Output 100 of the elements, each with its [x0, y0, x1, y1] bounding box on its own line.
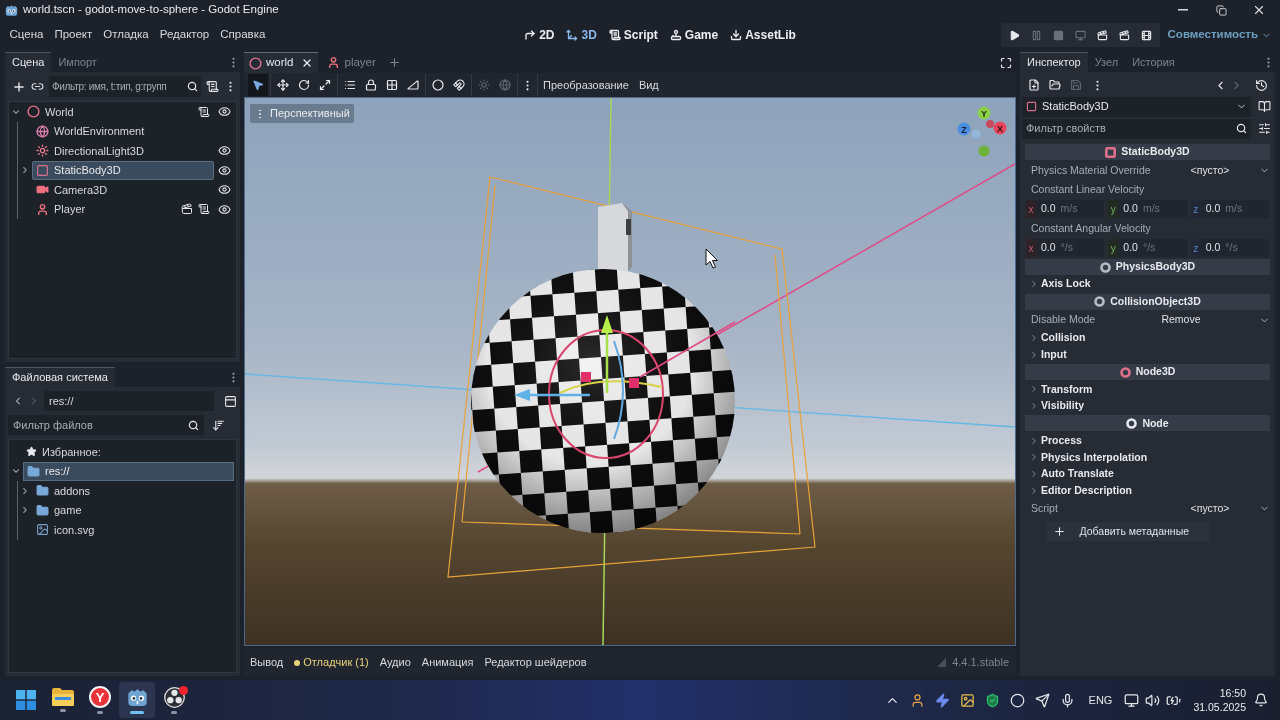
- menu-item[interactable]: Отладка: [97, 24, 155, 46]
- property-group[interactable]: Axis Lock: [1022, 276, 1273, 293]
- new-resource-button[interactable]: [1028, 79, 1040, 91]
- negative-axis-handle[interactable]: [978, 145, 990, 157]
- language-indicator[interactable]: ENG: [1080, 691, 1121, 709]
- property-dropdown[interactable]: Remove: [1103, 311, 1270, 330]
- property-group[interactable]: Visibility: [1022, 397, 1273, 415]
- monitor-icon[interactable]: [1124, 692, 1140, 708]
- dock-tab[interactable]: Импорт: [51, 52, 104, 72]
- workspace-tab[interactable]: 3D: [566, 24, 597, 46]
- number-field[interactable]: y 0.0 °/s: [1108, 239, 1187, 257]
- eye-icon[interactable]: [217, 202, 231, 216]
- script-icon[interactable]: [198, 203, 210, 216]
- workspace-tab[interactable]: Game: [669, 24, 719, 46]
- dock-tab[interactable]: Инспектор: [1020, 52, 1088, 72]
- menu-item[interactable]: Редактор: [154, 24, 215, 46]
- dock-tab[interactable]: История: [1125, 52, 1182, 72]
- scene-tab[interactable]: player: [322, 52, 381, 73]
- y-axis-handle[interactable]: Y: [977, 106, 991, 120]
- bottom-tab[interactable]: Отладчик (1): [291, 651, 372, 674]
- panel-icon[interactable]: [224, 394, 237, 408]
- object-dropdown[interactable]: StaticBody3D: [1022, 96, 1251, 117]
- bottom-tab[interactable]: Аудио: [376, 651, 414, 674]
- sort-icon[interactable]: [212, 418, 225, 432]
- filter-field[interactable]: Фильтр: имя, t:тип, g:групп: [49, 76, 201, 97]
- transform-gizmo[interactable]: [514, 315, 736, 459]
- selection-box-outline[interactable]: [447, 176, 816, 578]
- file-item[interactable]: res://: [23, 461, 234, 481]
- plus-icon[interactable]: [12, 79, 26, 94]
- person-icon[interactable]: [909, 692, 925, 708]
- tree-item[interactable]: World: [23, 102, 214, 122]
- link-icon[interactable]: [31, 80, 44, 93]
- paper-plane-icon[interactable]: [1034, 692, 1050, 708]
- workspace-tab[interactable]: AssetLib: [730, 24, 796, 46]
- tree-item[interactable]: Player: [32, 199, 214, 219]
- menu-button[interactable]: Вид: [633, 74, 664, 96]
- view-menu-button[interactable]: Перспективный: [250, 104, 354, 123]
- number-field[interactable]: x 0.0 °/s: [1026, 239, 1105, 257]
- history-icon[interactable]: [1255, 78, 1268, 92]
- checkered-sphere[interactable]: [471, 269, 735, 533]
- property-group[interactable]: Input: [1022, 346, 1273, 364]
- z-axis-handle[interactable]: Z: [957, 122, 971, 136]
- number-field[interactable]: x 0.0 m/s: [1026, 200, 1105, 218]
- menu-button[interactable]: Преобразование: [538, 74, 634, 96]
- tree-item[interactable]: DirectionalLight3D: [32, 141, 214, 161]
- renderer-dropdown[interactable]: Совместимость: [1167, 26, 1272, 44]
- menu-item[interactable]: Проект: [48, 24, 98, 46]
- property-dropdown[interactable]: <пусто>: [1161, 499, 1270, 518]
- x-axis-handle[interactable]: X: [993, 121, 1007, 135]
- eye-icon[interactable]: [217, 105, 231, 119]
- box-mesh[interactable]: [598, 203, 632, 271]
- tool-button[interactable]: [248, 74, 268, 96]
- picture-icon[interactable]: [959, 692, 975, 708]
- scene-tab[interactable]: world: [244, 52, 319, 73]
- workspace-tab[interactable]: 2D: [524, 24, 555, 46]
- file-item[interactable]: addons: [32, 481, 234, 501]
- dock-tab[interactable]: Узел: [1087, 52, 1126, 72]
- tree-item[interactable]: Camera3D: [32, 180, 214, 200]
- script-icon[interactable]: [206, 80, 219, 93]
- open-button[interactable]: [1049, 79, 1061, 91]
- property-group[interactable]: Transform: [1022, 381, 1273, 398]
- notification-icon[interactable]: [1254, 693, 1268, 707]
- property-dropdown[interactable]: <пусто>: [1161, 161, 1270, 180]
- eye-icon[interactable]: [217, 183, 231, 197]
- taskbar-app-button[interactable]: [119, 682, 155, 718]
- sliders-icon[interactable]: [1258, 122, 1271, 135]
- dock-tab[interactable]: Сцена: [5, 52, 52, 72]
- path-field[interactable]: res://: [44, 391, 214, 411]
- property-group[interactable]: Auto Translate: [1022, 465, 1273, 483]
- microphone-icon[interactable]: [1059, 692, 1075, 708]
- book-icon[interactable]: [1258, 100, 1271, 113]
- bottom-tab[interactable]: Анимация: [418, 651, 477, 674]
- bottom-tab[interactable]: Вывод: [247, 651, 287, 674]
- tree-item[interactable]: StaticBody3D: [32, 160, 214, 180]
- number-field[interactable]: y 0.0 m/s: [1108, 200, 1187, 218]
- speaker-icon[interactable]: [1145, 692, 1161, 708]
- filter-field[interactable]: Фильтр свойств: [1022, 118, 1251, 139]
- clapperboard-icon[interactable]: [181, 203, 193, 216]
- lightning-icon[interactable]: [934, 692, 950, 708]
- number-field[interactable]: z 0.0 m/s: [1190, 200, 1269, 218]
- tree-item[interactable]: WorldEnvironment: [32, 121, 214, 141]
- number-field[interactable]: z 0.0 °/s: [1190, 239, 1269, 257]
- bottom-tab[interactable]: Редактор шейдеров: [481, 651, 590, 674]
- circle-icon[interactable]: [1009, 692, 1025, 708]
- file-item[interactable]: game: [32, 500, 234, 520]
- clock[interactable]: 16:50 31.05.2025: [1193, 686, 1246, 714]
- add-metadata-button[interactable]: Добавить метаданные: [1046, 522, 1209, 542]
- property-group[interactable]: Physics Interpolation: [1022, 449, 1273, 466]
- shield-icon[interactable]: [984, 692, 1000, 708]
- property-group[interactable]: Editor Description: [1022, 482, 1273, 500]
- eye-icon[interactable]: [217, 163, 231, 177]
- menu-item[interactable]: Сцена: [4, 24, 49, 46]
- property-group[interactable]: Collision: [1022, 329, 1273, 347]
- filter-field[interactable]: Фильтр файлов: [8, 415, 204, 435]
- taskbar-app-button[interactable]: Y: [82, 682, 118, 718]
- workspace-tab[interactable]: Script: [608, 24, 658, 46]
- dock-tab[interactable]: Файловая система: [5, 367, 115, 387]
- eye-icon[interactable]: [217, 144, 231, 158]
- property-group[interactable]: Process: [1022, 432, 1273, 450]
- file-item[interactable]: icon.svg: [32, 520, 234, 540]
